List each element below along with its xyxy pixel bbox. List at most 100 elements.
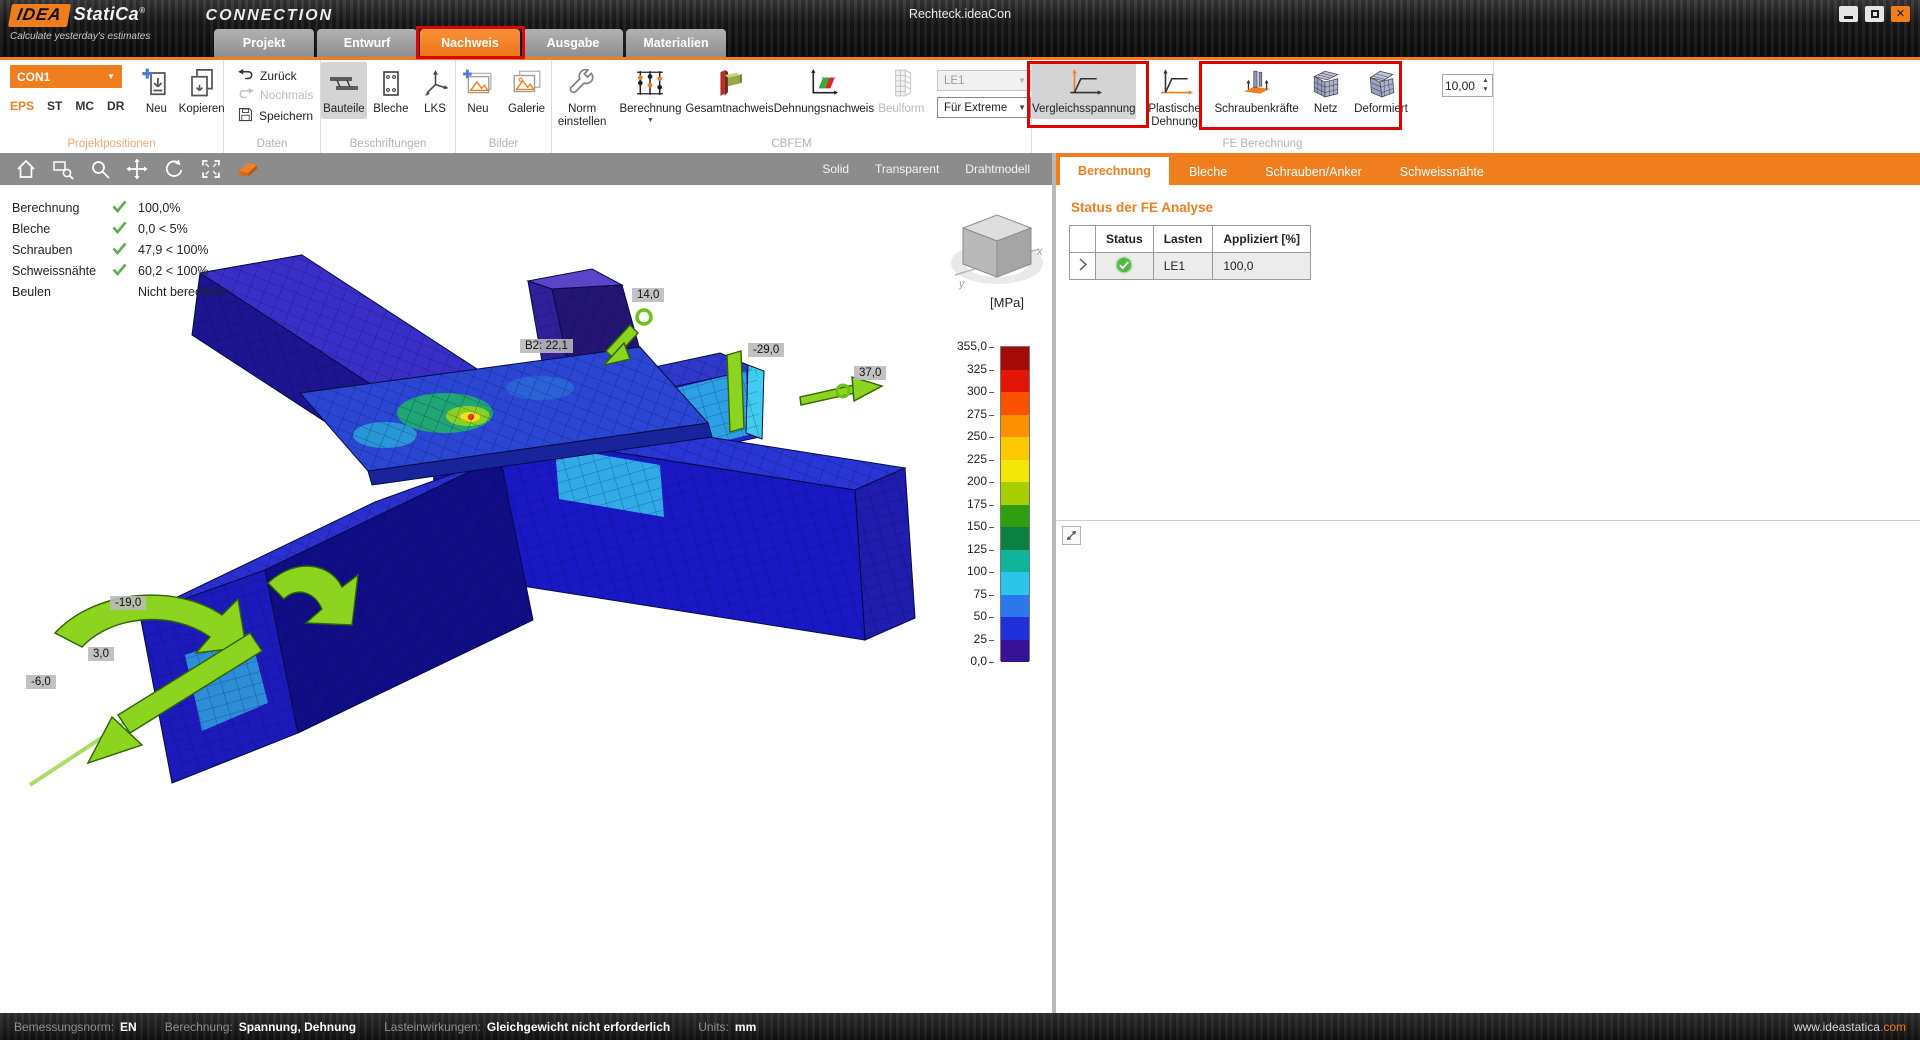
gallery-button[interactable]: Galerie	[503, 62, 550, 119]
zoom-icon[interactable]	[88, 157, 112, 181]
render-mode-wireframe[interactable]: Drahtmodell	[965, 162, 1030, 176]
row-appliziert-cell: 100,0	[1213, 253, 1311, 280]
ribbon-group-bilder: Neu Galerie Bilder	[456, 60, 552, 153]
stress-scale-unit: [MPa]	[946, 295, 1046, 310]
extreme-select[interactable]: Für Extreme ▼	[937, 97, 1031, 118]
solid-view-icon[interactable]	[236, 157, 260, 181]
results-tab-schweissnaehte[interactable]: Schweissnähte	[1382, 159, 1502, 185]
render-mode-transparent[interactable]: Transparent	[875, 162, 939, 176]
ribbon-group-projektpositionen: CON1 ▼ EPS ST MC DR Neu	[0, 60, 224, 153]
tagline: Calculate yesterday's estimates	[10, 31, 150, 42]
labels-members-button[interactable]: Bauteile	[321, 62, 367, 119]
undo-button[interactable]: Zurück	[236, 68, 299, 84]
deformed-label: Deformiert	[1354, 103, 1408, 116]
scale-tick: 75	[948, 587, 994, 601]
results-panel: Berechnung Bleche Schrauben/Anker Schwei…	[1056, 153, 1920, 1013]
zoom-fit-icon[interactable]	[199, 157, 223, 181]
load-label: -6,0	[26, 675, 56, 689]
zoom-window-icon[interactable]	[51, 157, 75, 181]
tab-entwurf[interactable]: Entwurf	[317, 29, 417, 57]
scale-band	[1001, 550, 1029, 573]
website-link[interactable]: www.ideastatica.com	[1794, 1020, 1906, 1034]
scale-tick: 100	[948, 564, 994, 578]
position-selector[interactable]: CON1 ▼	[10, 65, 122, 88]
document-title: Rechteck.ideaCon	[909, 7, 1011, 21]
scale-tick: 150	[948, 519, 994, 533]
view-cube[interactable]: y x	[945, 203, 1049, 300]
axes-icon	[422, 65, 449, 101]
save-icon	[238, 107, 253, 125]
tab-projekt[interactable]: Projekt	[214, 29, 314, 57]
scale-band	[1001, 460, 1029, 483]
deformed-button[interactable]: Deformiert	[1352, 62, 1410, 119]
code-setup-button[interactable]: Norm einstellen	[552, 62, 612, 132]
calculate-button[interactable]: Berechnung ▼	[620, 62, 680, 128]
spinner-arrows-icon[interactable]: ▲▼	[1479, 77, 1492, 95]
code-setup-label: Norm einstellen	[551, 103, 613, 129]
tab-nachweis[interactable]: Nachweis	[420, 29, 520, 57]
minimize-button[interactable]	[1839, 6, 1858, 22]
chevron-down-icon: ▼	[107, 72, 115, 81]
beam-icon	[327, 65, 361, 101]
copy-position-button[interactable]: Kopieren	[180, 62, 223, 119]
close-button[interactable]: ✕	[1891, 6, 1910, 22]
equivalent-stress-button[interactable]: Vergleichsspannung	[1032, 62, 1136, 119]
mesh-button[interactable]: Netz	[1306, 62, 1346, 119]
close-icon: ✕	[1896, 9, 1905, 20]
results-tab-berechnung[interactable]: Berechnung	[1060, 157, 1169, 185]
deformation-scale-spinner[interactable]: 10,00 ▲▼	[1442, 74, 1493, 97]
project-position-column: CON1 ▼ EPS ST MC DR	[10, 65, 124, 113]
scale-tick: 275	[948, 407, 994, 421]
mode-st[interactable]: ST	[47, 99, 62, 113]
statica-logo-text: StatiCa®	[74, 4, 146, 25]
scale-tick: 355,0	[948, 339, 994, 353]
abacus-icon	[636, 65, 664, 101]
tab-materialien[interactable]: Materialien	[626, 29, 726, 57]
results-tab-schrauben-anker[interactable]: Schrauben/Anker	[1247, 159, 1380, 185]
row-expander[interactable]	[1070, 253, 1096, 280]
group-label-daten: Daten	[224, 138, 320, 150]
header-lasten: Lasten	[1153, 226, 1213, 253]
table-row: LE1 100,0	[1070, 253, 1311, 280]
cbfem-combo-column: LE1 ▼ Für Extreme ▼	[937, 70, 1031, 118]
pan-icon[interactable]	[125, 157, 149, 181]
redo-button[interactable]: Nochmals	[236, 87, 315, 103]
maximize-button[interactable]	[1865, 6, 1884, 22]
mode-eps[interactable]: EPS	[10, 99, 34, 113]
mesh-icon	[1310, 65, 1342, 101]
connection-check-icon	[714, 65, 744, 101]
ribbon-group-fe: Vergleichsspannung Plastische Dehnung Sc…	[1032, 60, 1494, 153]
load-case-select[interactable]: LE1 ▼	[937, 70, 1031, 91]
load-case-value: LE1	[944, 75, 964, 87]
results-tab-bleche[interactable]: Bleche	[1171, 159, 1245, 185]
bolt-forces-button[interactable]: Schraubenkräfte	[1214, 62, 1300, 119]
statusbar: Bemessungsnorm: EN Berechnung: Spannung,…	[0, 1013, 1920, 1040]
rotate-icon[interactable]	[162, 157, 186, 181]
expand-section-button[interactable]	[1062, 526, 1081, 545]
home-view-icon[interactable]	[14, 157, 38, 181]
render-mode-solid[interactable]: Solid	[822, 162, 849, 176]
check-label: Bleche	[12, 222, 112, 236]
new-image-icon	[462, 65, 494, 101]
stress-scale-bands	[1000, 346, 1030, 661]
scale-tick: 200	[948, 474, 994, 488]
plastic-strain-label: Plastische Dehnung	[1144, 103, 1206, 129]
labels-plates-button[interactable]: Bleche	[371, 62, 411, 119]
stress-scale: [MPa]	[946, 295, 1046, 676]
header-expander	[1070, 226, 1096, 253]
tab-ausgabe[interactable]: Ausgabe	[523, 29, 623, 57]
mode-mc[interactable]: MC	[75, 99, 94, 113]
position-selector-value: CON1	[17, 70, 50, 84]
save-button[interactable]: Speichern	[236, 106, 315, 126]
labels-lcs-button[interactable]: LKS	[415, 62, 455, 119]
overall-check-button[interactable]: Gesamtnachweis	[689, 62, 771, 119]
mode-dr[interactable]: DR	[107, 99, 124, 113]
check-pass-icon	[112, 242, 138, 258]
plastic-strain-button[interactable]: Plastische Dehnung	[1142, 62, 1208, 132]
strain-check-button[interactable]: Dehnungsnachweis	[778, 62, 869, 119]
buckling-button[interactable]: Beulform	[878, 62, 925, 119]
new-image-button[interactable]: Neu	[457, 62, 499, 119]
new-position-button[interactable]: Neu	[136, 62, 176, 119]
fe-model-canvas[interactable]: Berechnung 100,0% Bleche 0,0 < 5% Schrau…	[0, 185, 1052, 1013]
ribbon: CON1 ▼ EPS ST MC DR Neu	[0, 60, 1920, 153]
